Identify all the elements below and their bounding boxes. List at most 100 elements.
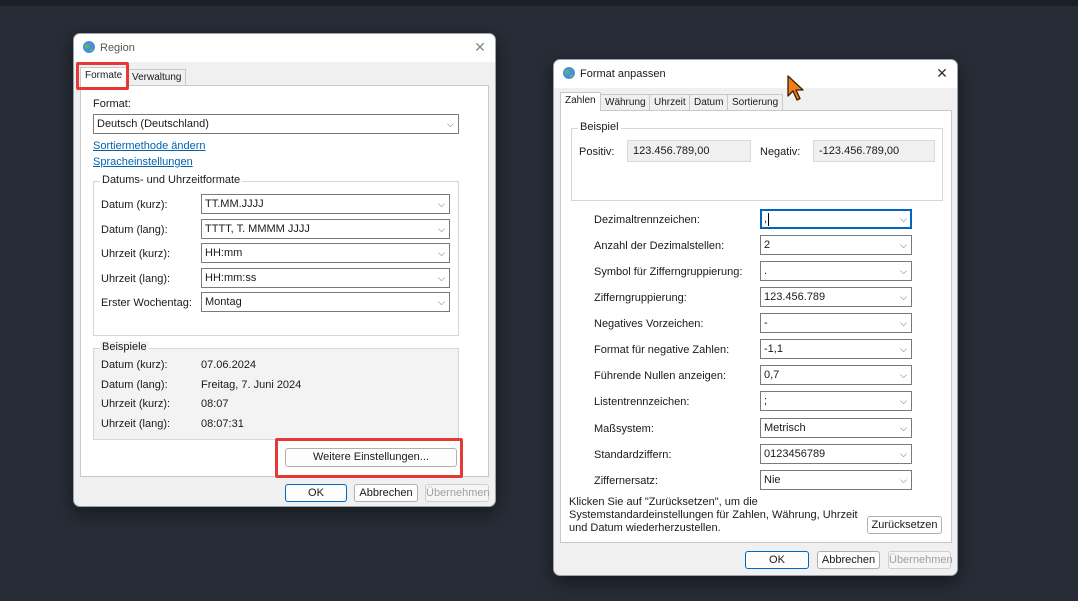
chevron-down-icon: ⌵: [438, 297, 445, 307]
decimal-places-select[interactable]: 2 ⌵: [760, 235, 912, 255]
grouping-symbol-label: Symbol für Zifferngruppierung:: [594, 266, 743, 278]
first-weekday-label: Erster Wochentag:: [101, 297, 192, 309]
zahlen-panel: Beispiel Positiv: 123.456.789,00 Negativ…: [560, 110, 952, 543]
example-group: Beispiel Positiv: 123.456.789,00 Negativ…: [571, 121, 943, 201]
datetime-group-title: Datums- und Uhrzeitformate: [100, 174, 243, 186]
region-titlebar: Region ✕: [74, 34, 495, 62]
digit-substitution-label: Ziffernersatz:: [594, 475, 658, 487]
reset-description-line: Klicken Sie auf "Zurücksetzen", um die: [569, 496, 758, 508]
decimal-separator-value: ,: [764, 212, 770, 226]
negative-format-select[interactable]: -1,1 ⌵: [760, 339, 912, 359]
list-separator-select[interactable]: ; ⌵: [760, 391, 912, 411]
time-long-select[interactable]: HH:mm:ss ⌵: [201, 268, 450, 288]
negative-example-value: -123.456.789,00: [813, 140, 935, 162]
first-weekday-select[interactable]: Montag ⌵: [201, 292, 450, 312]
chevron-down-icon: ⌵: [900, 396, 907, 406]
format-value: Deutsch (Deutschland): [97, 118, 209, 130]
measurement-system-value: Metrisch: [764, 422, 806, 434]
language-settings-link[interactable]: Spracheinstellungen: [93, 156, 193, 168]
leading-zeros-value: 0,7: [764, 369, 780, 381]
negative-sign-label: Negatives Vorzeichen:: [594, 318, 704, 330]
tab-zahlen[interactable]: Zahlen: [560, 92, 601, 111]
chevron-down-icon: ⌵: [900, 214, 907, 224]
positive-example-value: 123.456.789,00: [627, 140, 751, 162]
chevron-down-icon: ⌵: [900, 240, 907, 250]
globe-icon: [563, 67, 575, 79]
tab-formate[interactable]: Formate: [80, 67, 128, 86]
example-value: 08:07:31: [201, 418, 244, 430]
leading-zeros-label: Führende Nullen anzeigen:: [594, 370, 727, 382]
measurement-system-select[interactable]: Metrisch ⌵: [760, 418, 912, 438]
globe-icon: [83, 41, 95, 53]
close-icon[interactable]: ✕: [933, 64, 951, 82]
date-short-value: TT.MM.JJJJ: [205, 198, 264, 210]
decimal-separator-select[interactable]: , ⌵: [760, 209, 912, 229]
close-icon[interactable]: ✕: [471, 38, 489, 56]
example-label: Datum (lang):: [101, 379, 168, 391]
chevron-down-icon: ⌵: [900, 370, 907, 380]
standard-digits-select[interactable]: 0123456789 ⌵: [760, 444, 912, 464]
apply-button[interactable]: Übernehmen: [425, 484, 490, 502]
ok-button[interactable]: OK: [285, 484, 347, 502]
cancel-button[interactable]: Abbrechen: [354, 484, 418, 502]
digit-grouping-value: 123.456.789: [764, 291, 826, 303]
chevron-down-icon: ⌵: [900, 266, 907, 276]
sort-method-link[interactable]: Sortiermethode ändern: [93, 140, 206, 152]
chevron-down-icon: ⌵: [900, 449, 907, 459]
tab-verwaltung[interactable]: Verwaltung: [127, 69, 187, 86]
tab-uhrzeit[interactable]: Uhrzeit: [649, 94, 691, 111]
apply-button[interactable]: Übernehmen: [888, 551, 953, 569]
chevron-down-icon: ⌵: [900, 344, 907, 354]
chevron-down-icon: ⌵: [900, 475, 907, 485]
negative-format-value: -1,1: [764, 343, 783, 355]
negative-sign-select[interactable]: - ⌵: [760, 313, 912, 333]
date-long-value: TTTT, T. MMMM JJJJ: [205, 223, 310, 235]
time-short-select[interactable]: HH:mm ⌵: [201, 243, 450, 263]
cancel-button[interactable]: Abbrechen: [817, 551, 880, 569]
formate-panel: Format: Deutsch (Deutschland) ⌵ Sortierm…: [80, 85, 489, 477]
digit-substitution-select[interactable]: Nie ⌵: [760, 470, 912, 490]
example-label: Datum (kurz):: [101, 359, 168, 371]
ok-button[interactable]: OK: [745, 551, 809, 569]
decimal-separator-label: Dezimaltrennzeichen:: [594, 214, 700, 226]
customize-title: Format anpassen: [580, 68, 666, 80]
date-long-label: Datum (lang):: [101, 224, 168, 236]
digit-grouping-label: Zifferngruppierung:: [594, 292, 687, 304]
standard-digits-value: 0123456789: [764, 448, 826, 460]
time-long-label: Uhrzeit (lang):: [101, 273, 171, 285]
examples-title: Beispiele: [100, 341, 149, 353]
reset-button[interactable]: Zurücksetzen: [867, 516, 942, 534]
tab-sortierung[interactable]: Sortierung: [727, 94, 784, 111]
time-short-value: HH:mm: [205, 247, 243, 259]
chevron-down-icon: ⌵: [900, 423, 907, 433]
decimal-places-label: Anzahl der Dezimalstellen:: [594, 240, 725, 252]
format-select[interactable]: Deutsch (Deutschland) ⌵: [93, 114, 459, 134]
chevron-down-icon: ⌵: [438, 224, 445, 234]
grouping-symbol-value: .: [764, 265, 768, 277]
region-window: Region ✕ Formate Verwaltung Format: Deut…: [73, 33, 496, 507]
more-settings-button[interactable]: Weitere Einstellungen...: [285, 448, 457, 467]
example-label: Uhrzeit (kurz):: [101, 398, 171, 410]
measurement-system-label: Maßsystem:: [594, 423, 654, 435]
grouping-symbol-select[interactable]: . ⌵: [760, 261, 912, 281]
date-short-select[interactable]: TT.MM.JJJJ ⌵: [201, 194, 450, 214]
example-title: Beispiel: [578, 121, 621, 133]
time-short-label: Uhrzeit (kurz):: [101, 248, 171, 260]
tab-datum[interactable]: Datum: [689, 94, 729, 111]
mouse-pointer-icon: [787, 75, 804, 101]
date-long-select[interactable]: TTTT, T. MMMM JJJJ ⌵: [201, 219, 450, 239]
datetime-format-group: Datums- und Uhrzeitformate Datum (kurz):…: [93, 174, 459, 336]
tab-waehrung[interactable]: Währung: [600, 94, 651, 111]
leading-zeros-select[interactable]: 0,7 ⌵: [760, 365, 912, 385]
chevron-down-icon: ⌵: [438, 248, 445, 258]
reset-description: Klicken Sie auf "Zurücksetzen", um die S…: [569, 496, 869, 535]
digit-grouping-select[interactable]: 123.456.789 ⌵: [760, 287, 912, 307]
example-label: Uhrzeit (lang):: [101, 418, 171, 430]
reset-description-line: und Datum wiederherzustellen.: [569, 522, 721, 534]
example-value: Freitag, 7. Juni 2024: [201, 379, 302, 391]
examples-group: Beispiele Datum (kurz): 07.06.2024 Datum…: [93, 341, 459, 440]
text-caret: [768, 212, 770, 226]
customize-format-window: Format anpassen ✕ Zahlen Währung Uhrzeit…: [553, 59, 958, 576]
top-bar: [0, 0, 1078, 6]
chevron-down-icon: ⌵: [438, 199, 445, 209]
